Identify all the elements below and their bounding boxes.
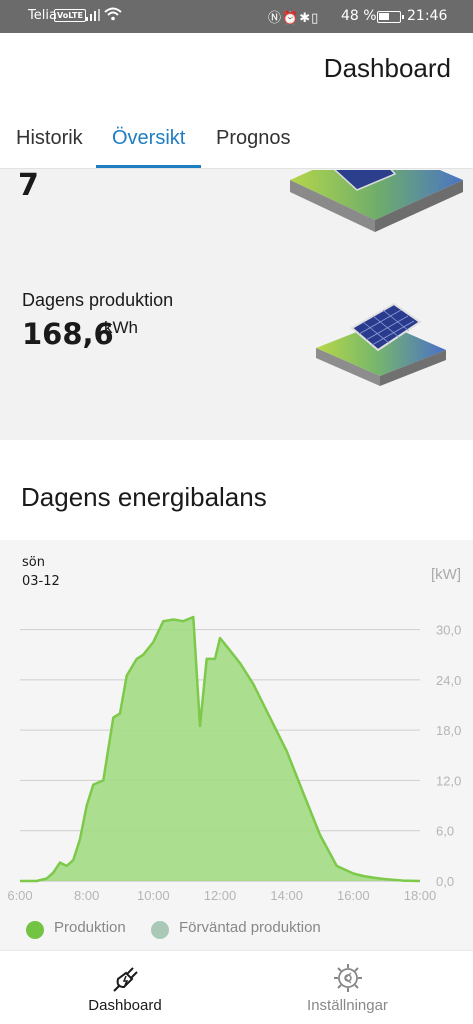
nav-settings[interactable]: Inställningar (290, 951, 405, 1024)
x-tick-label: 10:00 (137, 888, 170, 903)
x-tick-label: 18:00 (404, 888, 437, 903)
battery-icon (377, 11, 404, 23)
y-tick-label: 30,0 (436, 623, 461, 638)
energy-balance-section: Dagens energibalans sön 03-12 [kW] 0,0 6,… (0, 440, 473, 950)
partial-value: 7 (18, 168, 39, 203)
tab-prognos[interactable]: Prognos (216, 127, 291, 150)
x-tick-label: 6:00 (7, 888, 32, 903)
tab-historik[interactable]: Historik (16, 127, 83, 150)
signal-icon (86, 9, 100, 21)
status-bar: Telia VoLTE Ⓝ⏰✱▯ 48 % 21:46 (0, 0, 473, 33)
vibrate-icon: ▯ (311, 11, 320, 26)
legend-label-expected[interactable]: Förväntad produktion (179, 919, 321, 936)
production-value: 168,6 (22, 317, 114, 351)
system-icons: Ⓝ⏰✱▯ (268, 7, 319, 26)
x-tick-label: 8:00 (74, 888, 99, 903)
x-tick-label: 14:00 (270, 888, 303, 903)
y-tick-label: 24,0 (436, 673, 461, 688)
x-tick-label: 16:00 (337, 888, 370, 903)
plug-icon (113, 967, 138, 992)
section-title: Dagens energibalans (21, 482, 267, 512)
legend-label-production[interactable]: Produktion (54, 919, 126, 936)
app-header: Dashboard (0, 33, 473, 107)
y-tick-label: 12,0 (436, 773, 461, 788)
clock: 21:46 (407, 8, 448, 24)
nfc-icon: Ⓝ (268, 11, 283, 26)
nav-dashboard[interactable]: Dashboard (60, 951, 190, 1024)
y-tick-label: 18,0 (436, 723, 461, 738)
y-tick-label: 6,0 (436, 824, 454, 839)
bluetooth-icon: ✱ (299, 11, 312, 26)
carrier-label: Telia (28, 8, 57, 23)
bottom-navigation: Dashboard Inställningar (0, 950, 473, 1024)
y-tick-label: 0,0 (436, 874, 454, 889)
chart-canvas: 0,0 6,0 12,0 18,0 24,0 30,0 6:00 8:00 10:00 12:00… (7, 615, 461, 903)
battery-percentage: 48 % (341, 8, 377, 24)
tab-bar: Historik Översikt Prognos (0, 107, 473, 169)
alarm-icon: ⏰ (282, 11, 300, 26)
solar-panel-illustration-top (290, 170, 463, 232)
tab-oversikt[interactable]: Översikt (112, 127, 185, 150)
solar-panel-illustration (316, 302, 446, 386)
overview-panel: 7 Dagens produktion 168,6 kWh (0, 168, 473, 440)
gear-sun-icon (333, 964, 362, 992)
production-label: Dagens produktion (22, 290, 174, 310)
wifi-icon (104, 7, 122, 21)
active-tab-indicator (96, 165, 201, 168)
x-tick-label: 12:00 (204, 888, 237, 903)
production-unit: kWh (104, 318, 138, 337)
energy-chart[interactable]: sön 03-12 [kW] 0,0 6,0 12,0 18,0 24,0 30,0 6:0… (0, 540, 473, 950)
nav-settings-label: Inställningar (307, 997, 388, 1014)
nav-dashboard-label: Dashboard (88, 997, 162, 1014)
chart-legend: Produktion Förväntad produktion (0, 917, 473, 947)
page-title: Dashboard (323, 53, 451, 83)
legend-dot-production (26, 921, 44, 939)
legend-dot-expected (151, 921, 169, 939)
volte-badge: VoLTE (54, 9, 86, 22)
